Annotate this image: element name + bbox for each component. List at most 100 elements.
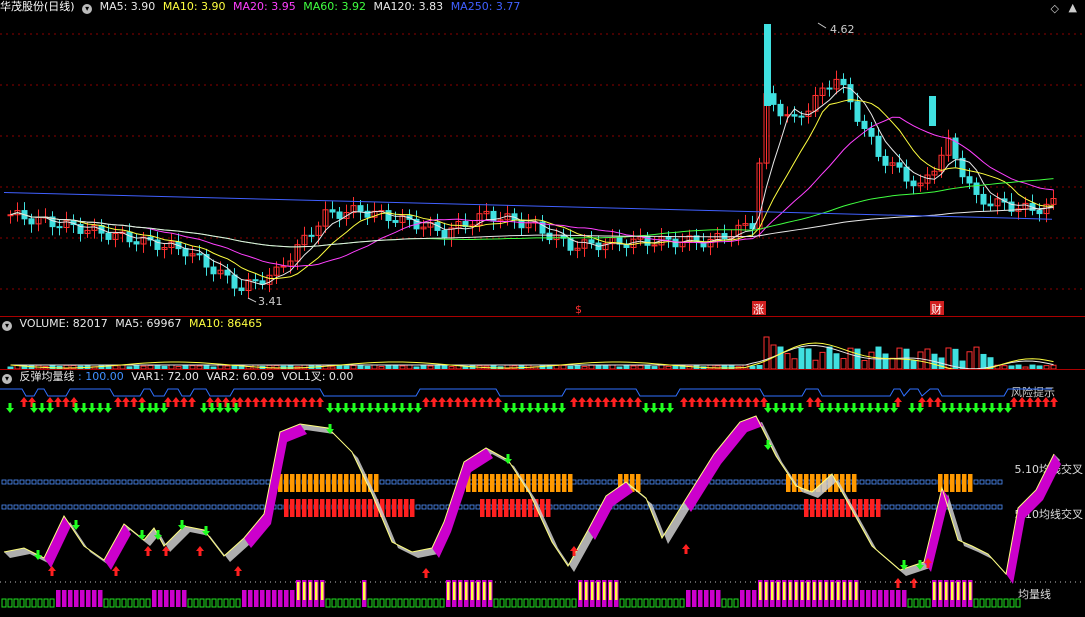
histogram-bar (716, 590, 721, 607)
histogram-bar (363, 582, 366, 600)
histogram-bar (103, 598, 109, 608)
histogram-bar (951, 582, 954, 600)
grid-square (67, 479, 73, 485)
down-arrow-icon (850, 403, 858, 413)
signal-bar (550, 474, 555, 492)
grid-square (901, 479, 907, 485)
grid-square (151, 504, 157, 510)
grid-square (187, 504, 193, 510)
candle-body (764, 24, 771, 106)
volume-panel[interactable]: ▾ VOLUME: 82017 MA5: 69967 MA10: 86465 (0, 317, 1085, 369)
grid-square (109, 479, 115, 485)
volume-bar (826, 346, 833, 369)
grid-square (913, 479, 919, 485)
signal-bar (320, 474, 325, 492)
signal-bar (284, 474, 289, 492)
grid-square (193, 504, 199, 510)
histogram-bar (710, 590, 715, 607)
grid-square (883, 479, 889, 485)
grid-square (721, 479, 727, 485)
grid-square (613, 479, 619, 485)
histogram-bar (721, 598, 727, 608)
grid-square (31, 504, 37, 510)
grid-square (583, 504, 589, 510)
down-arrow-icon (1004, 403, 1012, 413)
histogram-bar (896, 590, 901, 607)
grid-square (559, 504, 565, 510)
grid-square (589, 504, 595, 510)
up-arrow-icon (308, 397, 316, 407)
indicator-panel[interactable]: ▾ 反弹均量线 : 100.00 VAR1: 72.00 VAR2: 60.09… (0, 370, 1085, 617)
histogram-bar (565, 598, 571, 608)
signal-bar (410, 499, 415, 517)
grid-square (49, 479, 55, 485)
histogram-bar (559, 598, 565, 608)
up-arrow-icon (276, 397, 284, 407)
histogram-bar (92, 590, 97, 607)
grid-square (13, 504, 19, 510)
grid-square (967, 504, 973, 510)
grid-square (139, 504, 145, 510)
grid-square (181, 504, 187, 510)
grid-square (37, 479, 43, 485)
grid-square (475, 504, 481, 510)
histogram-bar (297, 582, 300, 600)
up-arrow-icon (130, 397, 138, 407)
candle-body (252, 279, 259, 282)
grid-square (145, 504, 151, 510)
grid-square (277, 504, 283, 510)
price-panel[interactable]: 华茂股份(日线) ▾ MA5: 3.90 MA10: 3.90 MA20: 3.… (0, 0, 1085, 316)
down-arrow-icon (558, 403, 566, 413)
histogram-bar (643, 598, 649, 608)
up-arrow-icon (594, 397, 602, 407)
grid-square (643, 479, 649, 485)
grid-square (415, 504, 421, 510)
down-arrow-icon (534, 403, 542, 413)
wave-line (3, 415, 1055, 576)
grid-square (1, 479, 7, 485)
signal-bar (962, 474, 967, 492)
candle-body (329, 209, 336, 213)
grid-square (979, 479, 985, 485)
signal-bar (968, 474, 973, 492)
candle-body (56, 226, 63, 229)
up-arrow-icon (934, 397, 942, 407)
grid-square (889, 504, 895, 510)
down-arrow-icon (964, 403, 972, 413)
volume-bar (889, 357, 896, 369)
wave-fill-magenta (588, 482, 633, 540)
histogram-bar (447, 582, 450, 600)
grid-square (409, 479, 415, 485)
up-arrow-icon (478, 397, 486, 407)
signal-bar (522, 499, 527, 517)
histogram-bar (985, 598, 991, 608)
grid-square (421, 504, 427, 510)
signal-bar (332, 474, 337, 492)
candle-body (882, 155, 889, 166)
grid-square (763, 504, 769, 510)
up-arrow-icon (188, 397, 196, 407)
grid-square (193, 479, 199, 485)
up-arrow-icon (112, 566, 120, 576)
candle-body (308, 234, 315, 237)
signal-bar (810, 474, 815, 492)
histogram-bar (465, 582, 468, 600)
candle-body (929, 96, 936, 126)
signal-bar (562, 474, 567, 492)
up-arrow-icon (910, 578, 918, 588)
grid-square (259, 504, 265, 510)
down-arrow-icon (826, 403, 834, 413)
histogram-bar (266, 590, 271, 607)
candle-body (224, 269, 231, 276)
down-arrow-icon (358, 403, 366, 413)
candle-body (392, 220, 399, 223)
histogram-bar (585, 582, 588, 600)
signal-bar (374, 474, 379, 492)
grid-square (43, 479, 49, 485)
grid-square (103, 504, 109, 510)
grid-square (31, 479, 37, 485)
histogram-bar (746, 590, 751, 607)
signal-bar (398, 499, 403, 517)
up-arrow-icon (680, 397, 688, 407)
grid-square (427, 504, 433, 510)
